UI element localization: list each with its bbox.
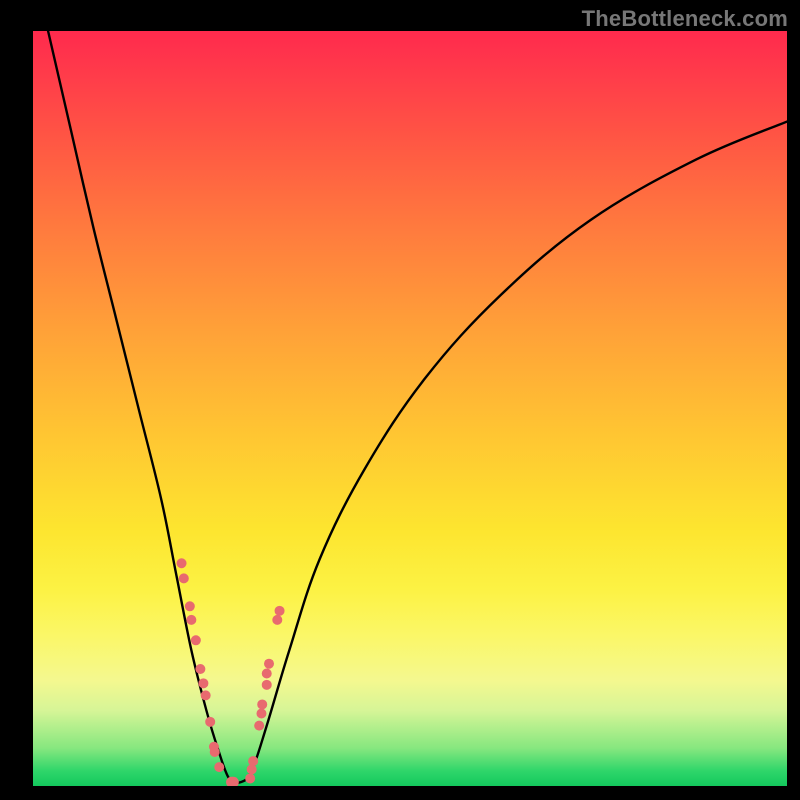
curve-layer — [48, 31, 787, 783]
left-branch-dots — [198, 678, 208, 688]
left-branch-dots — [186, 615, 196, 625]
chart-frame: TheBottleneck.com — [0, 0, 800, 800]
plot-area — [33, 31, 787, 786]
right-branch-dots — [247, 764, 257, 774]
chart-svg — [33, 31, 787, 786]
left-branch-dots — [185, 601, 195, 611]
bottleneck-curve — [48, 31, 787, 783]
marker-layer — [177, 558, 285, 786]
right-branch-dots — [254, 721, 264, 731]
right-branch-dots — [262, 669, 272, 679]
left-branch-dots — [195, 664, 205, 674]
right-branch-dots — [248, 756, 258, 766]
right-branch-dots — [275, 606, 285, 616]
right-branch-dots — [262, 680, 272, 690]
left-branch-dots — [201, 690, 211, 700]
right-branch-dots — [272, 615, 282, 625]
left-branch-dots — [214, 762, 224, 772]
left-branch-dots — [209, 742, 219, 752]
watermark-text: TheBottleneck.com — [582, 6, 788, 32]
right-branch-dots — [245, 773, 255, 783]
right-branch-dots — [264, 659, 274, 669]
left-branch-dots — [191, 635, 201, 645]
right-branch-dots — [256, 709, 266, 719]
left-branch-dots — [210, 747, 220, 757]
left-branch-dots — [177, 558, 187, 568]
valley-pill — [226, 777, 239, 786]
left-branch-dots — [205, 717, 215, 727]
left-branch-dots — [179, 573, 189, 583]
right-branch-dots — [257, 699, 267, 709]
